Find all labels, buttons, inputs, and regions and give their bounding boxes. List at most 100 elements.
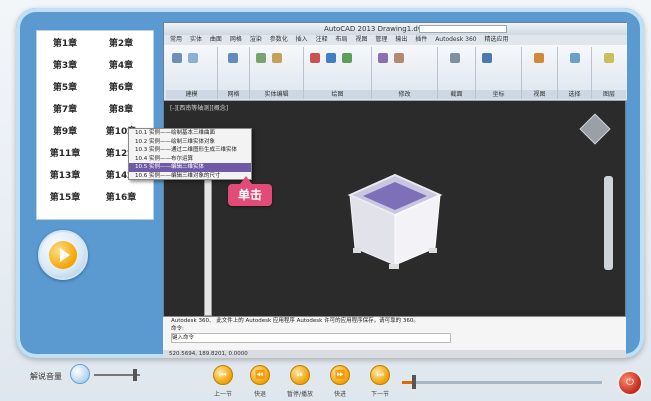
menu-item[interactable]: 10.2 实例——绘制三维实体对象 — [129, 138, 251, 147]
command-history: Autodesk 360、 此文件上的 Autodesk 应用程序 Autode… — [171, 318, 419, 324]
command-prompt: 命令: — [171, 326, 184, 332]
navigation-bar[interactable] — [604, 176, 613, 270]
ribbon-group-label: 视图 — [522, 90, 557, 99]
volume-label: 解说音量 — [30, 372, 62, 381]
menu-item[interactable]: 10.6 实例——编辑三维对象的尺寸 — [129, 172, 251, 181]
menu-item[interactable]: 10.1 实例——绘制基本三维曲面 — [129, 129, 251, 138]
ribbon-group-label: 选择 — [558, 90, 591, 99]
click-callout: 单击 — [228, 176, 272, 206]
tab-manage[interactable]: 管理 — [375, 36, 387, 43]
ribbon-group: 图层 — [592, 47, 626, 99]
section-icon[interactable] — [450, 53, 460, 63]
menu-item[interactable]: 10.3 实例——通过二维图形生成三维实体 — [129, 146, 251, 155]
ribbon-group: 视图 — [522, 47, 558, 99]
chapter-item[interactable]: 第6章 — [99, 81, 143, 95]
ucs-icon[interactable] — [482, 53, 492, 63]
ribbon-group-label: 坐标 — [476, 90, 521, 99]
chapter-item[interactable]: 第5章 — [43, 81, 87, 95]
union-icon[interactable] — [272, 53, 282, 63]
progress-track[interactable] — [402, 381, 602, 384]
tab-render[interactable]: 渲染 — [250, 36, 262, 43]
ribbon-group-label: 修改 — [372, 90, 437, 99]
box-3d-model — [347, 173, 443, 269]
menu-item-selected[interactable]: 10.5 实例——编辑三维实体 — [129, 163, 251, 172]
circle-icon[interactable] — [326, 53, 336, 63]
tab-layout[interactable]: 布局 — [336, 36, 348, 43]
ribbon-group: 实体编辑 — [250, 47, 304, 99]
chapter-item[interactable]: 第2章 — [99, 37, 143, 51]
ribbon-group: 建模 — [166, 47, 218, 99]
rewind-label: 快退 — [253, 391, 266, 398]
next-section-label: 下一节 — [370, 391, 389, 398]
play-button[interactable] — [38, 230, 88, 280]
ribbon-group-label: 网格 — [218, 90, 249, 99]
volume-slider-handle[interactable] — [133, 369, 138, 381]
tab-parametric[interactable]: 参数化 — [270, 36, 288, 43]
fast-forward-button[interactable]: ⏩ — [330, 365, 350, 385]
chapter-item[interactable]: 第9章 — [43, 125, 87, 139]
chapter-item[interactable]: 第1章 — [43, 37, 87, 51]
menu-item[interactable]: 10.4 实例——布尔运算 — [129, 155, 251, 164]
tab-output[interactable]: 输出 — [395, 36, 407, 43]
ribbon-group: 选择 — [558, 47, 592, 99]
tab-surface[interactable]: 曲面 — [210, 36, 222, 43]
tab-plugin[interactable]: 插件 — [415, 36, 427, 43]
chapter-item[interactable]: 第8章 — [99, 103, 143, 117]
tab-360[interactable]: Autodesk 360 — [435, 36, 476, 43]
viewport-label[interactable]: [-][西南等轴测][概念] — [170, 103, 228, 112]
pause-play-label: 暂停/播放 — [286, 391, 314, 398]
status-bar: 520.5694, 189.8201, 0.0000 — [163, 350, 626, 358]
tab-insert[interactable]: 插入 — [296, 36, 308, 43]
chapter-item[interactable]: 第11章 — [43, 147, 87, 161]
tab-annotate[interactable]: 注释 — [316, 36, 328, 43]
tab-solid[interactable]: 实体 — [190, 36, 202, 43]
ribbon-group-label: 截面 — [438, 90, 475, 99]
vertical-scrollbar[interactable] — [204, 176, 212, 316]
ribbon-group: 网格 — [218, 47, 250, 99]
tab-apps[interactable]: 精选应用 — [485, 36, 509, 43]
box-icon[interactable] — [172, 53, 182, 63]
box-foot — [429, 248, 437, 253]
box-foot — [389, 264, 399, 269]
ribbon-group: 修改 — [372, 47, 438, 99]
ribbon-tabs: 常用 实体 曲面 网格 渲染 参数化 插入 注释 布局 视图 管理 输出 插件 … — [164, 35, 627, 45]
window-title: AutoCAD 2013 Drawing1.dwg — [324, 25, 428, 33]
extrude-icon[interactable] — [188, 53, 198, 63]
box-foot — [353, 248, 361, 253]
pause-play-button[interactable]: ⏯ — [290, 365, 310, 385]
progress-handle[interactable] — [412, 375, 416, 389]
select-icon[interactable] — [570, 53, 580, 63]
rotate-icon[interactable] — [394, 53, 404, 63]
search-input[interactable] — [419, 25, 507, 33]
view-icon[interactable] — [534, 53, 544, 63]
layer-icon[interactable] — [604, 53, 614, 63]
move-icon[interactable] — [378, 53, 388, 63]
coordinate-readout: 520.5694, 189.8201, 0.0000 — [169, 351, 248, 357]
tab-view[interactable]: 视图 — [355, 36, 367, 43]
command-line: Autodesk 360、 此文件上的 Autodesk 应用程序 Autode… — [163, 316, 626, 350]
chapter-item[interactable]: 第7章 — [43, 103, 87, 117]
ribbon-panel: 建模 网格 实体编辑 绘图 修改 截面 坐标 视图 选择 图层 — [164, 45, 627, 101]
exit-button[interactable]: ⏻ — [617, 370, 643, 396]
next-section-button[interactable]: ⏭ — [370, 365, 390, 385]
chapter-item[interactable]: 第15章 — [43, 191, 87, 205]
chapter-item[interactable]: 第13章 — [43, 169, 87, 183]
chapter-item[interactable]: 第16章 — [99, 191, 143, 205]
prev-section-button[interactable]: ⏮ — [213, 365, 233, 385]
tab-home[interactable]: 常用 — [170, 36, 182, 43]
chapter-list: 第1章 第2章 第3章 第4章 第5章 第6章 第7章 第8章 第9章 第10章… — [36, 30, 154, 220]
chapter-item[interactable]: 第3章 — [43, 59, 87, 73]
speaker-icon[interactable] — [70, 364, 90, 384]
rewind-button[interactable]: ⏪ — [250, 365, 270, 385]
solid-edit-icon[interactable] — [256, 53, 266, 63]
mesh-icon[interactable] — [228, 53, 238, 63]
command-input[interactable]: 键入命令 — [171, 333, 451, 343]
arc-icon[interactable] — [342, 53, 352, 63]
ribbon-group: 坐标 — [476, 47, 522, 99]
ribbon-group-label: 图层 — [592, 90, 626, 99]
autocad-titlebar: AutoCAD 2013 Drawing1.dwg — [164, 23, 627, 35]
play-icon — [49, 241, 77, 269]
chapter-item[interactable]: 第4章 — [99, 59, 143, 73]
line-icon[interactable] — [310, 53, 320, 63]
tab-mesh[interactable]: 网格 — [230, 36, 242, 43]
